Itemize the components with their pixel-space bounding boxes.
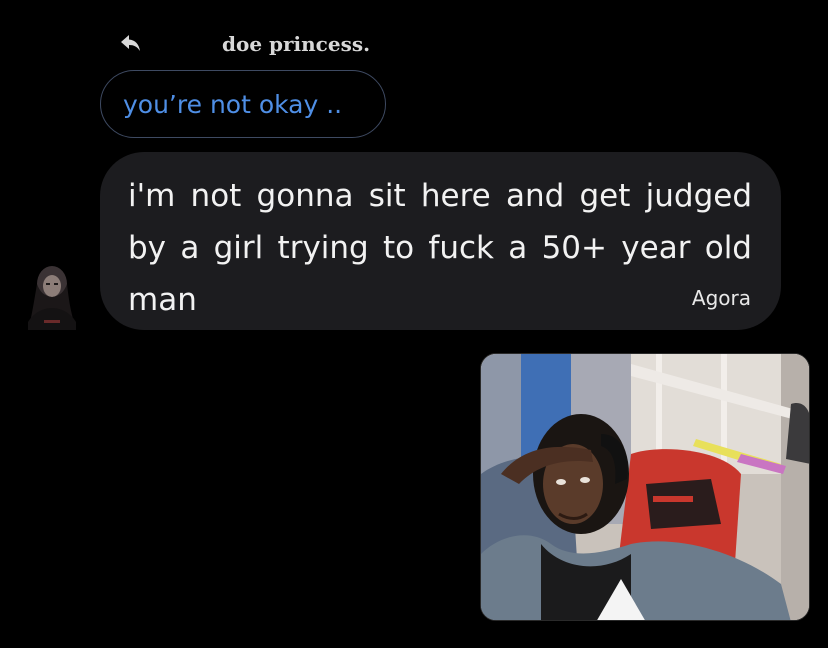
reply-to-name: doe princess. [222,32,371,56]
quoted-message-text: you’re not okay .. [123,90,343,119]
avatar[interactable] [24,262,80,330]
message-sender-label: Agora [691,286,751,310]
reply-header: doe princess. [120,30,420,60]
message-text: i'm not gonna sit here and get judged by… [128,178,752,318]
reply-arrow-icon[interactable] [120,33,142,53]
message-bubble[interactable]: i'm not gonna sit here and get judged by… [100,152,781,330]
gif-attachment[interactable] [480,353,810,621]
quoted-message-bubble[interactable]: you’re not okay .. [100,70,386,138]
